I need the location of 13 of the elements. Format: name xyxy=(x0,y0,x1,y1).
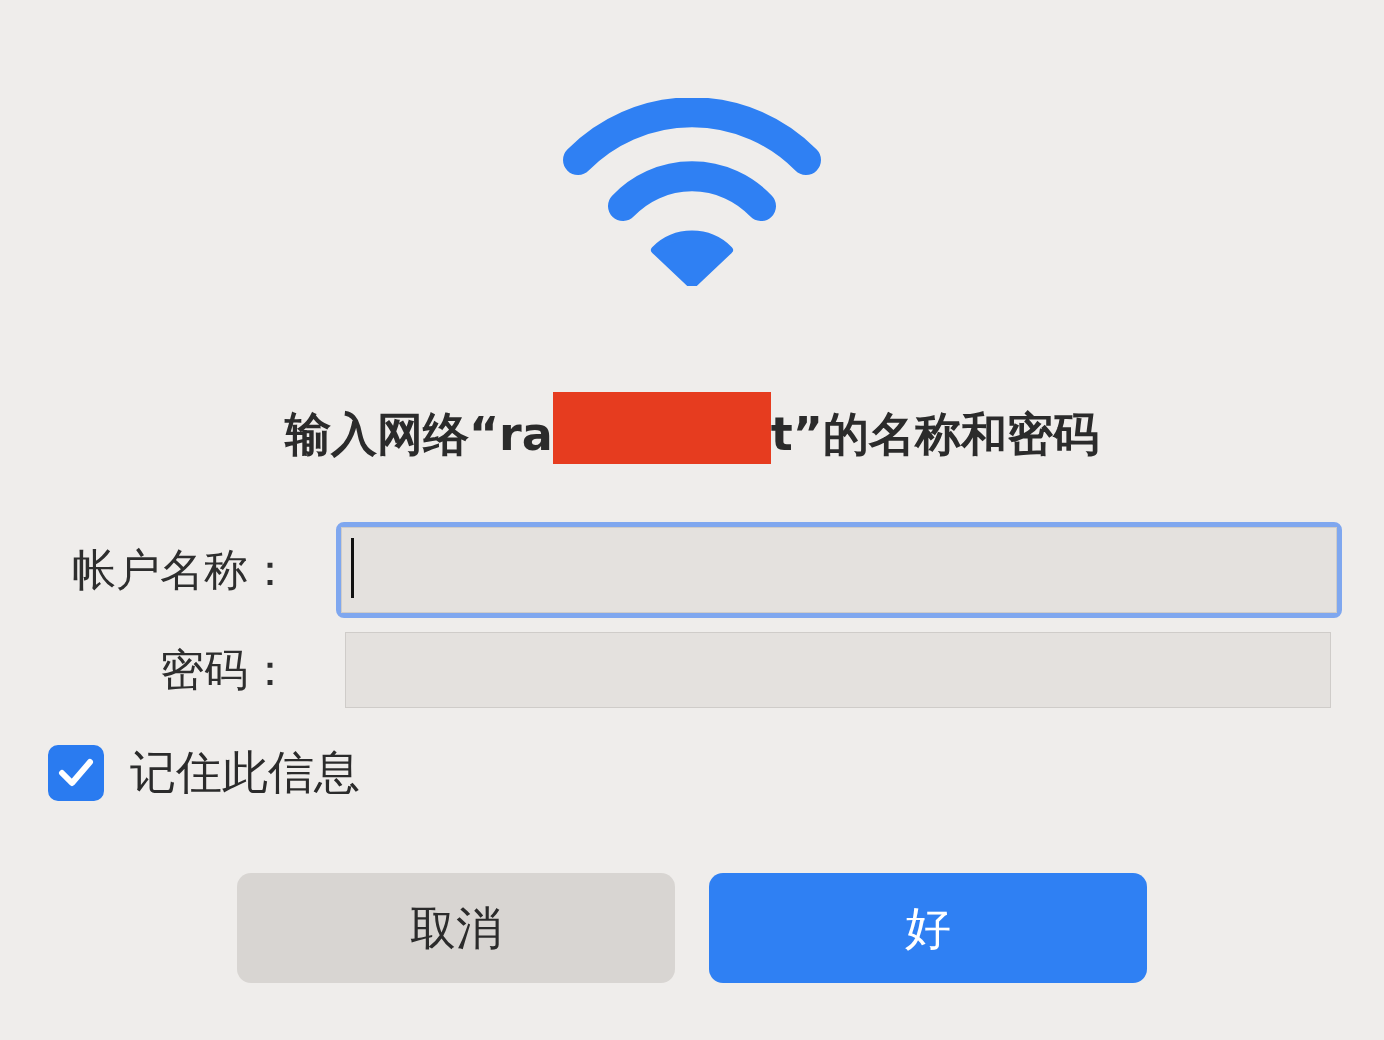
checkbox-label: 记住此信息 xyxy=(130,744,360,801)
dialog-title: t”的名称和密码 xyxy=(770,408,1100,460)
check-icon xyxy=(58,757,94,788)
wifi-icon xyxy=(563,98,821,286)
input-field[interactable] xyxy=(336,522,1342,618)
ok-button[interactable]: 好 xyxy=(709,873,1147,983)
field-label: 帐户名称： xyxy=(71,543,293,597)
checkbox[interactable] xyxy=(48,744,104,801)
text-cursor xyxy=(351,538,354,598)
dialog-title: 输入网络“ra xyxy=(284,408,553,460)
cancel-button[interactable]: 取消 xyxy=(237,873,675,983)
field-label: 密码： xyxy=(159,643,293,697)
input-field[interactable] xyxy=(345,632,1331,708)
